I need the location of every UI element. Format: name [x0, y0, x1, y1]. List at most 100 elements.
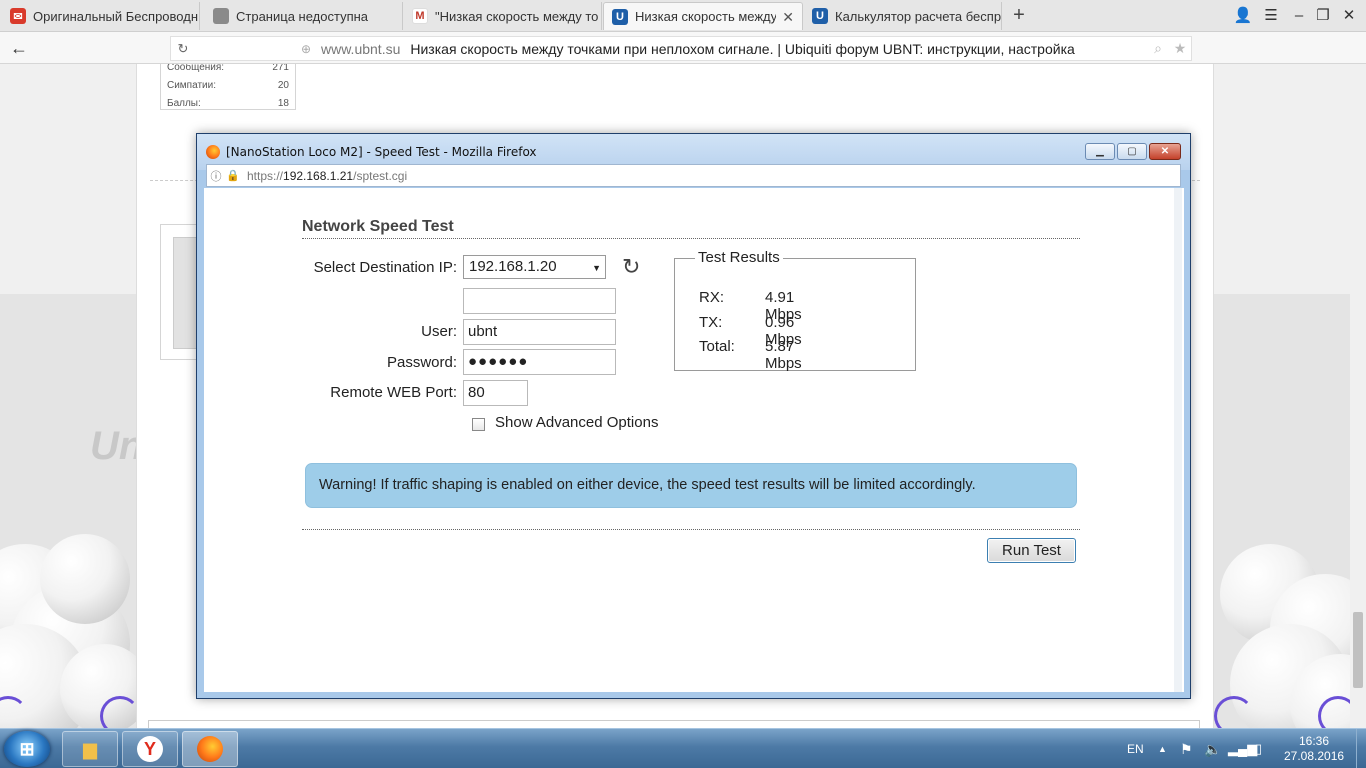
minimize-icon[interactable]: –: [1288, 6, 1310, 26]
back-arrow-icon[interactable]: ←: [8, 37, 30, 59]
stat-row: Симпатии: 20: [161, 77, 295, 95]
results-legend: Test Results: [695, 249, 783, 266]
tx-label: TX:: [699, 314, 723, 331]
run-test-button[interactable]: Run Test: [987, 538, 1076, 563]
page-title: Network Speed Test: [302, 218, 454, 235]
custom-ip-input[interactable]: [463, 288, 616, 314]
maximize-button[interactable]: ▢: [1117, 143, 1147, 160]
chevron-down-icon: ▼: [592, 263, 601, 273]
gmail-icon: M: [412, 8, 428, 24]
address-bar: ← ↻ ⊕ www.ubnt.su Низкая скорость между …: [0, 32, 1366, 88]
tray-expand-icon[interactable]: ▲: [1158, 729, 1167, 768]
tab-gmail-thread[interactable]: M "Низкая скорость между то: [404, 2, 602, 30]
rx-row: RX: 4.91 Mbps: [699, 289, 802, 323]
avatar-box: [160, 224, 200, 360]
mail-icon: ✉: [10, 8, 26, 24]
popup-url-bar[interactable]: ⓘ 🔒 https:// 192.168.1.21 /sptest.cgi: [206, 164, 1181, 187]
volume-icon[interactable]: 🔈: [1204, 729, 1221, 768]
taskbar-explorer[interactable]: ▆: [62, 731, 118, 767]
clock[interactable]: 16:36 27.08.2016: [1284, 734, 1344, 764]
decorative-ball: [40, 534, 130, 624]
advanced-options-checkbox[interactable]: [472, 418, 485, 431]
port-label: Remote WEB Port:: [330, 384, 457, 401]
scrollbar-thumb[interactable]: [1353, 612, 1363, 688]
lock-icon[interactable]: 🔒: [225, 169, 241, 182]
page-scrollbar[interactable]: [1350, 64, 1366, 728]
battery-icon[interactable]: ▯: [1255, 729, 1262, 768]
test-results-box: Test Results RX: 4.91 Mbps TX: 0.96 Mbps…: [674, 249, 916, 372]
start-button[interactable]: ⊞: [4, 731, 50, 767]
show-desktop-button[interactable]: [1356, 729, 1366, 768]
folder-icon: ▆: [83, 738, 97, 759]
traffic-shaping-warning: Warning! If traffic shaping is enabled o…: [305, 463, 1077, 508]
globe-icon: ⊕: [300, 41, 312, 56]
dest-ip-label: Select Destination IP:: [313, 259, 457, 276]
port-input[interactable]: 80: [463, 380, 528, 406]
tab-bar: ✉ Оригинальный Беспроводн Страница недос…: [0, 0, 1366, 32]
minimize-button[interactable]: ▁: [1085, 143, 1115, 160]
close-icon[interactable]: ✕: [1338, 6, 1360, 26]
password-input[interactable]: ●●●●●●: [463, 349, 616, 375]
window-title: [NanoStation Loco M2] - Speed Test - Moz…: [226, 145, 537, 159]
stat-value: 20: [277, 80, 289, 91]
user-stats-box: Сообщения: 271 Симпатии: 20 Баллы: 18: [160, 64, 296, 110]
stat-value: 271: [272, 64, 289, 73]
stat-row: Баллы: 18: [161, 95, 295, 113]
speed-test-page: Network Speed Test Select Destination IP…: [204, 188, 1184, 692]
close-button[interactable]: ✕: [1149, 143, 1181, 160]
ubiquiti-ring-icon: [100, 696, 140, 728]
page-title-in-omnibox: Низкая скорость между точками при неплох…: [410, 40, 1075, 57]
reload-icon[interactable]: ↻: [171, 41, 195, 57]
menu-icon[interactable]: ☰: [1260, 6, 1282, 26]
tab-label: Калькулятор расчета беспр: [835, 8, 1001, 24]
user-label: User:: [421, 323, 457, 340]
user-input[interactable]: ubnt: [463, 319, 616, 345]
bottom-divider: [302, 529, 1080, 530]
avatar: [173, 237, 197, 349]
firefox-popup-window: [NanoStation Loco M2] - Speed Test - Moz…: [196, 133, 1191, 699]
firefox-icon: [197, 736, 223, 762]
info-icon[interactable]: ⓘ: [207, 168, 225, 184]
action-center-icon[interactable]: ⚑: [1180, 729, 1193, 768]
search-icon[interactable]: ⌕: [1147, 40, 1169, 57]
advanced-options-label[interactable]: Show Advanced Options: [495, 414, 658, 431]
refresh-icon[interactable]: ↻: [622, 256, 640, 278]
total-value: 5.87 Mbps: [765, 338, 802, 372]
url-host: 192.168.1.21: [283, 168, 354, 183]
url-protocol: https://: [247, 168, 284, 183]
ubnt-icon: U: [812, 8, 828, 24]
post-box: [148, 720, 1200, 728]
restore-icon[interactable]: ❐: [1312, 6, 1334, 26]
rx-label: RX:: [699, 289, 725, 306]
new-tab-button[interactable]: +: [1008, 4, 1030, 26]
tab-label: "Низкая скорость между то: [435, 8, 599, 24]
tab-calculator[interactable]: U Калькулятор расчета беспр: [804, 2, 1002, 30]
taskbar-yandex[interactable]: Y: [122, 731, 178, 767]
tab-active-forum[interactable]: U Низкая скорость между т ✕: [603, 2, 803, 30]
url-domain: www.ubnt.su: [321, 40, 401, 57]
user-icon[interactable]: 👤: [1232, 6, 1254, 26]
page-icon: [213, 8, 229, 24]
clock-time: 16:36: [1298, 734, 1330, 748]
language-indicator[interactable]: EN: [1127, 729, 1144, 768]
tab-page-unavailable[interactable]: Страница недоступна: [205, 2, 403, 30]
total-label: Total:: [699, 338, 735, 355]
omnibox[interactable]: ↻ ⊕ www.ubnt.su Низкая скорость между то…: [170, 36, 1192, 61]
stat-label: Баллы:: [167, 98, 201, 109]
yandex-browser-icon: Y: [137, 736, 163, 762]
bookmark-star-icon[interactable]: ★: [1169, 40, 1191, 57]
tab-original-wireless[interactable]: ✉ Оригинальный Беспроводн: [2, 2, 200, 30]
close-tab-icon[interactable]: ✕: [782, 9, 794, 26]
taskbar-firefox[interactable]: [182, 731, 238, 767]
ubiquiti-ring-icon: [1214, 696, 1254, 728]
dest-ip-select[interactable]: 192.168.1.20 ▼: [463, 255, 606, 279]
url-path: /sptest.cgi: [353, 168, 408, 183]
ubnt-icon: U: [612, 8, 628, 25]
tab-label: Низкая скорость между т: [635, 9, 776, 24]
taskbar: ⊞ ▆ Y EN ▲ ⚑ 🔈 ▂▄▆ ▯ 16:36 27.08.2016: [0, 728, 1366, 768]
network-signal-icon[interactable]: ▂▄▆: [1228, 729, 1257, 768]
popup-scrollbar[interactable]: [1174, 188, 1182, 692]
stat-value: 18: [277, 98, 289, 109]
password-label: Password:: [386, 354, 457, 371]
tab-label: Оригинальный Беспроводн: [33, 8, 199, 24]
